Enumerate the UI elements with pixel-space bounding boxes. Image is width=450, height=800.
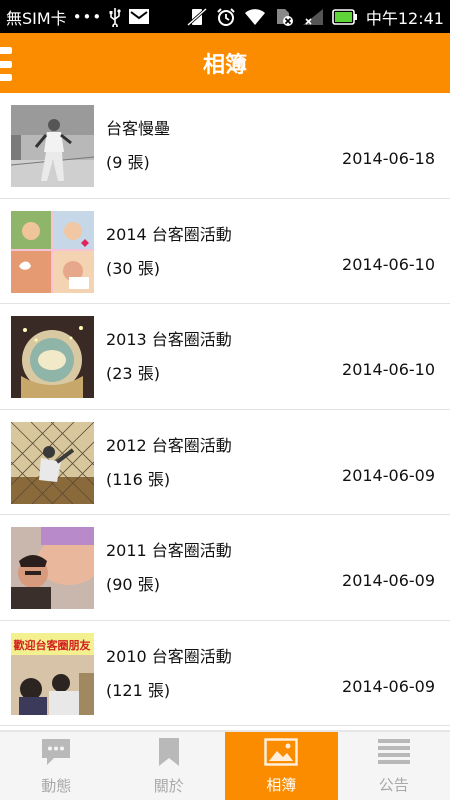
album-item[interactable]: 歡迎台客圈朋友 2010 台客圈活動 (121 張) 2014-06-09: [0, 621, 450, 726]
sim-error-icon: [274, 7, 294, 27]
album-photo-count: (90 張): [106, 575, 160, 594]
status-time: 中午12:41: [365, 8, 444, 28]
tab-announcements[interactable]: 公告: [338, 732, 450, 800]
album-thumbnail: [11, 105, 94, 187]
tab-label: 公告: [378, 775, 409, 794]
chat-bubble-icon: [40, 737, 72, 771]
status-left: 無SIM卡 •••: [0, 5, 150, 29]
album-name: 2013 台客圈活動: [106, 330, 232, 349]
album-photo-count: (116 張): [106, 469, 171, 489]
album-name: 2012 台客圈活動: [106, 435, 232, 455]
thumb-banner-text: 歡迎台客圈朋友: [14, 638, 91, 652]
app-header: 相簿: [0, 33, 450, 93]
album-date: 2014-06-09: [342, 465, 435, 485]
album-item[interactable]: 台客慢壘 (9 張) 2014-06-18: [0, 93, 450, 199]
alarm-icon: [216, 7, 236, 27]
album-photo-count: (30 張): [106, 258, 160, 278]
tab-label: 關於: [153, 776, 184, 795]
album-item[interactable]: 2011 台客圈活動 (90 張) 2014-06-09: [0, 515, 450, 621]
album-date: 2014-06-09: [342, 676, 435, 696]
album-thumbnail: [11, 527, 94, 609]
album-name: 台客慢壘: [106, 119, 171, 138]
photo-icon: [264, 737, 298, 770]
album-thumbnail: 歡迎台客圈朋友: [11, 632, 94, 715]
tab-activity[interactable]: 動態: [0, 732, 113, 800]
album-photo-count: (121 張): [106, 680, 171, 700]
usb-icon: [108, 7, 122, 27]
album-date: 2014-06-09: [342, 571, 435, 590]
signal-icon: [302, 8, 324, 26]
album-item[interactable]: 2014 台客圈活動 (30 張) 2014-06-10: [0, 199, 450, 304]
tab-about[interactable]: 關於: [113, 732, 226, 800]
page-title: 相簿: [202, 53, 247, 78]
battery-icon: [332, 8, 358, 25]
status-bar: 無SIM卡 ••• 中午12:41: [0, 0, 450, 33]
tab-label: 動態: [41, 776, 72, 795]
status-right: 中午12:41: [186, 5, 450, 29]
tab-label: 相簿: [266, 775, 297, 794]
wifi-icon: [244, 8, 266, 26]
album-list[interactable]: 台客慢壘 (9 張) 2014-06-18 2014 台客圈活動 (30 張) …: [0, 93, 450, 730]
list-icon: [377, 738, 411, 770]
album-photo-count: (9 張): [106, 153, 150, 172]
carrier-text: 無SIM卡: [6, 8, 67, 28]
mail-icon: [128, 8, 150, 25]
tab-albums[interactable]: 相簿: [225, 732, 338, 800]
bookmark-icon: [157, 737, 181, 771]
bottom-tab-bar: 動態 關於 相簿 公告: [0, 730, 450, 800]
album-thumbnail: [11, 210, 94, 293]
album-thumbnail: [11, 421, 94, 504]
album-item[interactable]: 2013 台客圈活動 (23 張) 2014-06-10: [0, 304, 450, 410]
album-name: 2010 台客圈活動: [106, 646, 232, 666]
notification-dots: •••: [72, 7, 103, 26]
album-date: 2014-06-10: [342, 360, 435, 379]
vibrate-off-icon: [186, 7, 208, 27]
album-photo-count: (23 張): [106, 364, 160, 383]
album-item[interactable]: 2012 台客圈活動 (116 張) 2014-06-09: [0, 410, 450, 515]
album-name: 2011 台客圈活動: [106, 541, 232, 560]
menu-icon[interactable]: [0, 47, 14, 81]
album-name: 2014 台客圈活動: [106, 224, 232, 244]
album-thumbnail: [11, 316, 94, 398]
album-date: 2014-06-10: [342, 254, 435, 274]
album-date: 2014-06-18: [342, 149, 435, 168]
